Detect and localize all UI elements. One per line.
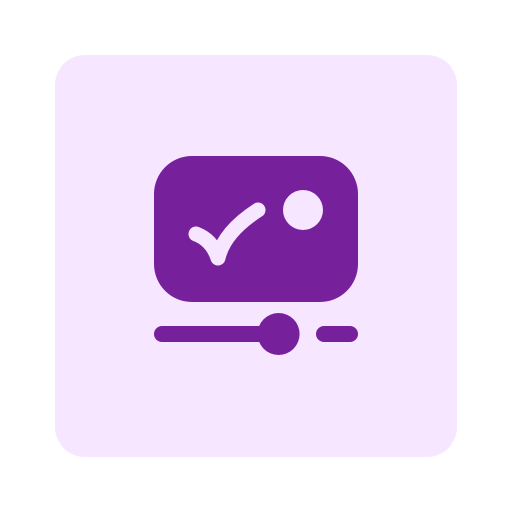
video-check-progress-icon: [154, 156, 358, 355]
dot-icon: [283, 190, 323, 230]
progress-knob: [257, 313, 300, 355]
icon-stage: [0, 0, 512, 513]
video-screen-icon: [154, 156, 358, 302]
